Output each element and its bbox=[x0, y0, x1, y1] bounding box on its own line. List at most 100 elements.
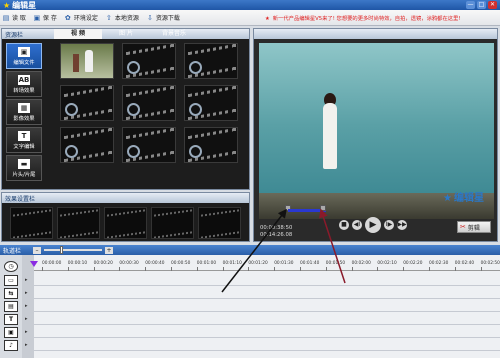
effect-slot[interactable] bbox=[104, 207, 147, 239]
prev-frame-button[interactable]: ◀I bbox=[352, 220, 362, 230]
expand-icon[interactable]: ▸ bbox=[25, 342, 28, 348]
effect-track-icon[interactable]: ▤ bbox=[4, 301, 18, 312]
ruler-tick-label: 00:00:00 bbox=[42, 261, 62, 271]
time-display: 00:00:38:50 00:14:26.08 bbox=[260, 225, 292, 239]
watermark-logo: ★ 编辑星 bbox=[443, 193, 484, 204]
sidebar-item-text-edit[interactable]: T 文字编辑 bbox=[6, 127, 42, 153]
music-track[interactable] bbox=[34, 339, 500, 351]
tab-image[interactable]: 图 片 bbox=[102, 29, 150, 39]
ruler-tick-label: 00:02:30 bbox=[429, 261, 449, 271]
zoom-slider[interactable] bbox=[44, 246, 102, 254]
star-icon: ★ bbox=[265, 16, 270, 22]
empty-slot-thumbnail[interactable] bbox=[184, 85, 238, 121]
next-frame-button[interactable]: I▶ bbox=[384, 220, 394, 230]
sidebar-item-transition[interactable]: AB 转场效果 bbox=[6, 71, 42, 97]
empty-slot-thumbnail[interactable] bbox=[122, 127, 176, 163]
timeline-ruler[interactable]: 00:00:00 00:00:10 00:00:20 00:00:30 00:00:40… bbox=[34, 259, 500, 271]
playback-controls: ■ ◀I ▶ I▶ ▶▶ bbox=[339, 215, 439, 235]
preview-panel: ★ 编辑星 00:00:38:50 00:14:26.08 ■ ◀I ▶ I▶ ▶… bbox=[253, 28, 498, 242]
music-track-icon[interactable]: ♪ bbox=[4, 340, 18, 351]
ruler-tick-label: 00:01:20 bbox=[248, 261, 268, 271]
ruler-tick-label: 00:01:00 bbox=[196, 261, 217, 271]
film-reel-icon bbox=[189, 145, 202, 158]
resource-panel-header: 资源栏 视 频 图 片 背景音乐 bbox=[2, 29, 249, 39]
save-button[interactable]: ▣ 保 存 bbox=[33, 13, 57, 23]
empty-slot-thumbnail[interactable] bbox=[122, 43, 176, 79]
zoom-out-button[interactable]: – bbox=[33, 246, 41, 254]
film-reel-icon bbox=[189, 61, 202, 74]
track-tools: ◷ ▭ ⇆ ▤ T ▣ ♪ bbox=[0, 255, 22, 358]
video-track-icon[interactable]: ▭ bbox=[4, 275, 18, 286]
empty-slot-thumbnail[interactable] bbox=[60, 127, 114, 163]
ruler-tick-label: 00:01:30 bbox=[274, 261, 294, 271]
current-time: 00:00:38:50 bbox=[260, 225, 293, 231]
resource-panel-title: 资源栏 bbox=[5, 31, 24, 39]
effect-slot[interactable] bbox=[57, 207, 100, 239]
expand-icon[interactable]: ▸ bbox=[25, 329, 28, 335]
empty-slot-thumbnail[interactable] bbox=[60, 85, 114, 121]
image-effect-icon: ▦ bbox=[18, 102, 30, 113]
ruler-tick-label: 00:01:50 bbox=[325, 261, 346, 271]
expand-icon[interactable]: ▸ bbox=[25, 277, 28, 283]
ruler-tick-label: 00:00:10 bbox=[67, 261, 88, 271]
empty-slot-thumbnail[interactable] bbox=[122, 85, 176, 121]
tab-background-music[interactable]: 背景音乐 bbox=[150, 29, 198, 39]
close-button[interactable]: ✕ bbox=[488, 1, 497, 9]
app-name: 编辑星 bbox=[12, 1, 37, 10]
ruler-tick-label: 00:02:20 bbox=[403, 261, 423, 271]
minimize-button[interactable]: — bbox=[466, 1, 475, 9]
effect-slot[interactable] bbox=[198, 207, 241, 239]
clock-icon[interactable]: ◷ bbox=[4, 261, 18, 272]
open-icon: ▤ bbox=[2, 13, 10, 22]
local-resource-button[interactable]: ⇧ 本地资源 bbox=[105, 13, 139, 23]
text-track[interactable] bbox=[34, 313, 500, 325]
expand-icon[interactable]: ▸ bbox=[25, 316, 28, 322]
open-button[interactable]: ▤ 读 取 bbox=[2, 13, 26, 23]
effect-slot[interactable] bbox=[151, 207, 194, 239]
video-track[interactable] bbox=[34, 274, 500, 286]
film-reel-icon bbox=[65, 103, 78, 116]
text-track-icon[interactable]: T bbox=[4, 314, 18, 325]
play-button[interactable]: ▶ bbox=[365, 217, 381, 233]
zoom-slider-thumb[interactable] bbox=[60, 246, 63, 254]
fast-forward-button[interactable]: ▶▶ bbox=[397, 220, 407, 230]
download-button[interactable]: ⇩ 资源下载 bbox=[146, 13, 180, 23]
effect-slot[interactable] bbox=[10, 207, 53, 239]
video-thumbnail[interactable] bbox=[60, 43, 114, 79]
empty-slot-thumbnail[interactable] bbox=[184, 43, 238, 79]
film-icon: ▣ bbox=[18, 46, 30, 57]
ruler-tick-label: 00:00:40 bbox=[145, 261, 165, 271]
promo-notice[interactable]: ★ 新一代产品编辑星V5来了! 您想要的更多时尚特效，自拍，透镜，涂鸦都在这里! bbox=[265, 14, 460, 22]
expand-icon[interactable]: ▸ bbox=[25, 303, 28, 309]
overlay-track[interactable] bbox=[34, 326, 500, 338]
star-icon: ★ bbox=[443, 193, 452, 204]
ruler-tick-label: 00:00:30 bbox=[119, 261, 139, 271]
transition-icon: AB bbox=[18, 74, 30, 85]
timeline-body: ◷ ▭ ⇆ ▤ T ▣ ♪ ▸ ▸ ▸ ▸ ▸ ▸ 00:00:00 00:00:… bbox=[0, 255, 500, 358]
sidebar-item-intro-outro[interactable]: ▬ 片头/片尾 bbox=[6, 155, 42, 181]
local-resource-icon: ⇧ bbox=[105, 13, 112, 22]
cut-button[interactable]: ✂ 剪辑 bbox=[457, 221, 491, 233]
settings-button[interactable]: ✿ 环境设定 bbox=[64, 13, 98, 23]
transition-track-icon[interactable]: ⇆ bbox=[4, 288, 18, 299]
effect-track[interactable] bbox=[34, 300, 500, 312]
stop-button[interactable]: ■ bbox=[339, 220, 349, 230]
save-icon: ▣ bbox=[33, 13, 41, 22]
main-toolbar: ▤ 读 取 ▣ 保 存 ✿ 环境设定 ⇧ 本地资源 ⇩ 资源下载 ★ 新一代产品编辑星V5来… bbox=[0, 10, 500, 26]
ruler-tick-label: 00:02:10 bbox=[377, 261, 397, 271]
expand-icon[interactable]: ▸ bbox=[25, 290, 28, 296]
overlay-track-icon[interactable]: ▣ bbox=[4, 327, 18, 338]
tab-video[interactable]: 视 频 bbox=[54, 29, 102, 39]
timeline-header: 轨道栏 – + bbox=[0, 245, 500, 255]
empty-slot-thumbnail[interactable] bbox=[184, 127, 238, 163]
trim-end-handle[interactable] bbox=[320, 205, 326, 211]
video-preview[interactable]: ★ 编辑星 bbox=[259, 43, 494, 219]
ruler-tick-label: 00:02:40 bbox=[454, 261, 475, 271]
maximize-button[interactable]: □ bbox=[477, 1, 486, 9]
resource-sidebar: ▣ 编辑文件 AB 转场效果 ▦ 影像效果 T 文字编辑 ▬ 片头/片尾 bbox=[6, 43, 44, 183]
title-bar: ★ 编辑星 — □ ✕ bbox=[0, 0, 500, 10]
sidebar-item-edit-file[interactable]: ▣ 编辑文件 bbox=[6, 43, 42, 69]
sidebar-item-image-effect[interactable]: ▦ 影像效果 bbox=[6, 99, 42, 125]
zoom-in-button[interactable]: + bbox=[105, 246, 113, 254]
transition-track[interactable] bbox=[34, 287, 500, 299]
